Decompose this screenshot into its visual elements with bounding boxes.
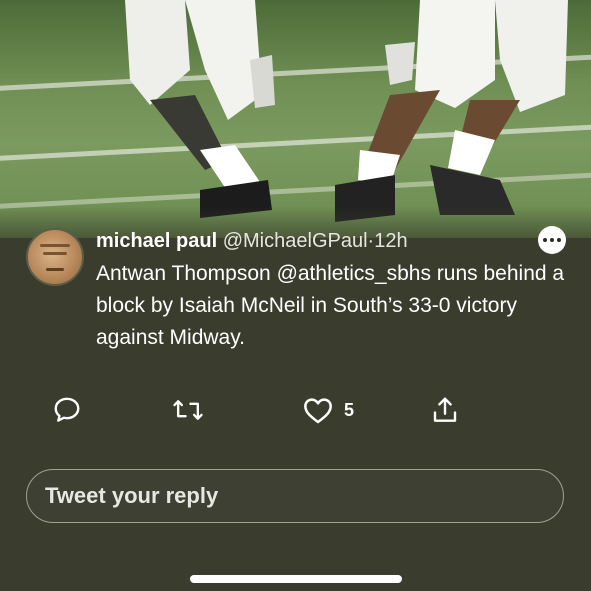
tweet-actions: 5: [0, 392, 591, 432]
avatar-plaque-detail: [46, 268, 64, 271]
tweet-header: michael paul @MichaelGPaul·12h: [96, 228, 408, 254]
like-button[interactable]: 5: [302, 392, 354, 428]
display-name[interactable]: michael paul: [96, 230, 217, 252]
share-button[interactable]: [430, 392, 460, 428]
tweet-timestamp[interactable]: 12h: [374, 230, 407, 252]
football-players-illustration: [125, 0, 568, 222]
user-handle[interactable]: @MichaelGPaul: [223, 230, 368, 252]
reply-button[interactable]: [52, 392, 82, 428]
tweet-text-start: Antwan Thompson: [96, 262, 277, 285]
tweet-photo[interactable]: [0, 0, 591, 238]
more-dot-icon: [543, 238, 547, 242]
more-dot-icon: [550, 238, 554, 242]
avatar[interactable]: [26, 228, 84, 286]
share-icon: [433, 397, 457, 422]
tweet-text: Antwan Thompson @athletics_sbhs runs beh…: [96, 258, 566, 354]
heart-icon: [304, 398, 332, 424]
home-indicator[interactable]: [190, 575, 402, 583]
avatar-plaque-detail: [40, 244, 70, 247]
retweet-icon: [173, 400, 203, 420]
reply-input[interactable]: Tweet your reply: [26, 469, 564, 523]
reply-placeholder: Tweet your reply: [45, 483, 219, 508]
more-dot-icon: [557, 238, 561, 242]
comment-icon: [54, 397, 80, 422]
like-count: 5: [344, 399, 355, 420]
more-options-button[interactable]: [538, 226, 566, 254]
avatar-plaque-detail: [43, 252, 67, 255]
mention-link[interactable]: @athletics_sbhs: [277, 262, 431, 285]
retweet-button[interactable]: [172, 392, 204, 428]
